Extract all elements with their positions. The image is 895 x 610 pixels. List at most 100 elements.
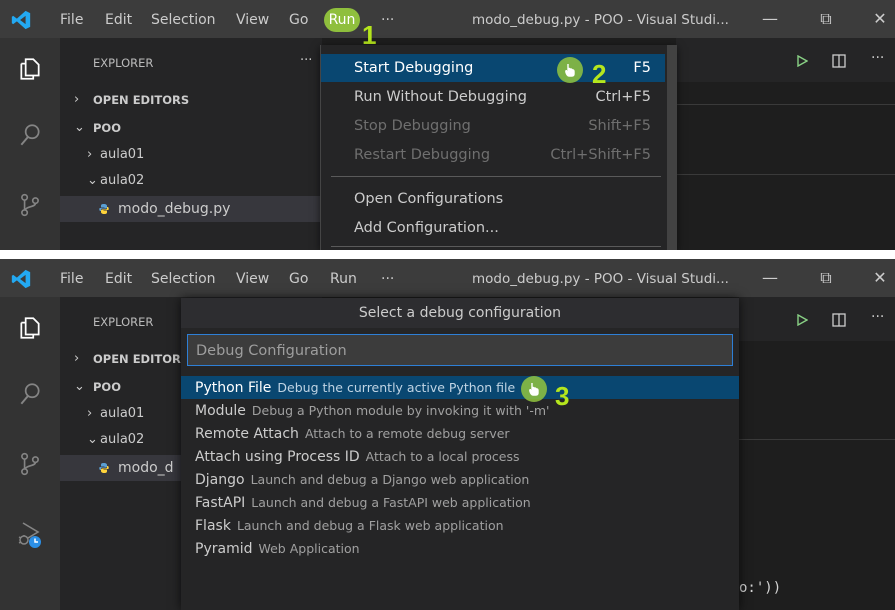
- menu-file[interactable]: File: [60, 10, 83, 30]
- run-icon[interactable]: [796, 55, 808, 67]
- menu-view[interactable]: View: [236, 269, 269, 289]
- code-fragment: o:')): [739, 580, 782, 596]
- menu-item-label: Add Configuration...: [354, 220, 499, 236]
- window-title: modo_debug.py - POO - Visual Studi...: [472, 12, 729, 28]
- menu-scrollbar[interactable]: [667, 45, 677, 250]
- file-modo-debug[interactable]: modo_debug.py: [60, 196, 322, 222]
- menu-more[interactable]: ···: [381, 269, 394, 289]
- option-description: Attach to a remote debug server: [304, 426, 510, 441]
- debug-config-quick-pick: Select a debug configuration Python File…: [181, 298, 739, 610]
- accounts-more-icon[interactable]: ···: [20, 605, 35, 610]
- title-bar: File Edit Selection View Go Run ··· modo…: [0, 259, 895, 297]
- option-remote-attach[interactable]: Remote Attach Attach to a remote debug se…: [181, 422, 739, 445]
- search-icon[interactable]: [17, 381, 43, 407]
- menu-item-run-without-debugging[interactable]: Run Without Debugging Ctrl+F5: [321, 83, 665, 111]
- menu-run[interactable]: Run: [330, 269, 357, 289]
- explorer-icon[interactable]: [17, 315, 43, 341]
- menu-item-shortcut: F5: [633, 60, 651, 76]
- menu-item-add-configuration[interactable]: Add Configuration...: [321, 214, 665, 242]
- option-django[interactable]: Django Launch and debug a Django web appl…: [181, 468, 739, 491]
- folder-aula01[interactable]: › aula01: [60, 144, 322, 166]
- debug-config-input[interactable]: [194, 338, 728, 364]
- menu-view[interactable]: View: [236, 10, 269, 30]
- open-editors-label: OPEN EDITOR: [93, 352, 181, 366]
- option-flask[interactable]: Flask Launch and debug a Flask web applic…: [181, 514, 739, 537]
- menu-go[interactable]: Go: [289, 10, 308, 30]
- menu-file[interactable]: File: [60, 269, 83, 289]
- chevron-right-icon: ›: [87, 147, 93, 162]
- folder-poo-label: POO: [93, 121, 121, 135]
- click-cursor-indicator: [557, 57, 583, 83]
- option-label: Flask: [195, 518, 231, 534]
- menu-item-start-debugging[interactable]: Start Debugging F5: [321, 54, 665, 82]
- minimize-button[interactable]: —: [758, 267, 782, 289]
- file-modo-debug-label: modo_d: [118, 460, 174, 476]
- option-description: Launch and debug a Flask web application: [236, 518, 504, 533]
- option-attach-process-id[interactable]: Attach using Process ID Attach to a local…: [181, 445, 739, 468]
- split-editor-icon[interactable]: [831, 312, 847, 328]
- chevron-down-icon: ⌄: [74, 120, 85, 135]
- menu-item-open-configurations[interactable]: Open Configurations: [321, 185, 665, 213]
- menu-edit[interactable]: Edit: [105, 10, 132, 30]
- option-description: Attach to a local process: [365, 449, 520, 464]
- menu-go[interactable]: Go: [289, 269, 308, 289]
- run-debug-icon[interactable]: [14, 519, 46, 551]
- option-fastapi[interactable]: FastAPI Launch and debug a FastAPI web ap…: [181, 491, 739, 514]
- menu-more[interactable]: ···: [381, 10, 394, 30]
- menu-edit[interactable]: Edit: [105, 269, 132, 289]
- chevron-down-icon: ⌄: [74, 379, 85, 394]
- option-description: Debug a Python module by invoking it wit…: [251, 403, 550, 418]
- editor-more-button[interactable]: ···: [871, 50, 884, 66]
- option-description: Launch and debug a FastAPI web applicati…: [251, 495, 531, 510]
- option-python-file[interactable]: Python File Debug the currently active Py…: [181, 376, 739, 399]
- menu-item-shortcut: Shift+F5: [588, 118, 651, 134]
- restore-button[interactable]: ⧉: [814, 267, 838, 289]
- editor-tab-bar: ···: [739, 297, 895, 341]
- quick-pick-title: Select a debug configuration: [181, 298, 739, 328]
- run-icon[interactable]: [796, 314, 808, 326]
- activity-bar: [0, 38, 60, 250]
- step-3-label: 3: [555, 381, 570, 411]
- close-button[interactable]: ✕: [868, 8, 892, 30]
- folder-poo[interactable]: ⌄ POO: [60, 117, 322, 139]
- menu-selection[interactable]: Selection: [151, 10, 216, 30]
- activity-bar: ···: [0, 297, 60, 610]
- option-label: Module: [195, 403, 246, 419]
- open-editors-section[interactable]: › OPEN EDITORS: [60, 89, 322, 111]
- option-label: Django: [195, 472, 245, 488]
- source-control-icon[interactable]: [17, 451, 43, 477]
- python-file-icon: [99, 463, 109, 473]
- option-label: FastAPI: [195, 495, 246, 511]
- vscode-logo-icon: [11, 269, 31, 289]
- option-module[interactable]: Module Debug a Python module by invoking …: [181, 399, 739, 422]
- chevron-down-icon: ⌄: [87, 432, 98, 447]
- menu-run-highlighted[interactable]: Run: [324, 8, 360, 32]
- explorer-icon[interactable]: [17, 56, 43, 82]
- panel-debug-config: File Edit Selection View Go Run ··· modo…: [0, 259, 895, 610]
- explorer-more-button[interactable]: ···: [300, 50, 320, 72]
- hand-pointer-icon: [529, 383, 539, 396]
- editor-more-button[interactable]: ···: [871, 309, 884, 325]
- folder-poo-label: POO: [93, 380, 121, 394]
- option-label: Python File: [195, 380, 272, 396]
- editor-divider: [676, 174, 895, 175]
- menu-item-label: Run Without Debugging: [354, 89, 528, 105]
- chevron-right-icon: ›: [74, 92, 80, 107]
- menu-item-shortcut: Ctrl+Shift+F5: [550, 147, 651, 163]
- step-2-label: 2: [592, 59, 607, 89]
- restore-button[interactable]: ⧉: [814, 8, 838, 30]
- hand-pointer-icon: [565, 64, 575, 77]
- quick-pick-input-box[interactable]: [187, 334, 733, 366]
- source-control-icon[interactable]: [17, 192, 43, 218]
- explorer-sidebar: EXPLORER ··· › OPEN EDITORS ⌄ POO › aula…: [60, 38, 322, 250]
- option-pyramid[interactable]: Pyramid Web Application: [181, 537, 739, 560]
- search-icon[interactable]: [17, 122, 43, 148]
- folder-aula02[interactable]: ⌄ aula02: [60, 170, 322, 192]
- menu-selection[interactable]: Selection: [151, 269, 216, 289]
- window-title: modo_debug.py - POO - Visual Studi...: [472, 271, 729, 287]
- minimize-button[interactable]: —: [758, 8, 782, 30]
- close-button[interactable]: ✕: [868, 267, 892, 289]
- chevron-right-icon: ›: [87, 406, 93, 421]
- open-editors-label: OPEN EDITORS: [93, 93, 190, 107]
- split-editor-icon[interactable]: [831, 53, 847, 69]
